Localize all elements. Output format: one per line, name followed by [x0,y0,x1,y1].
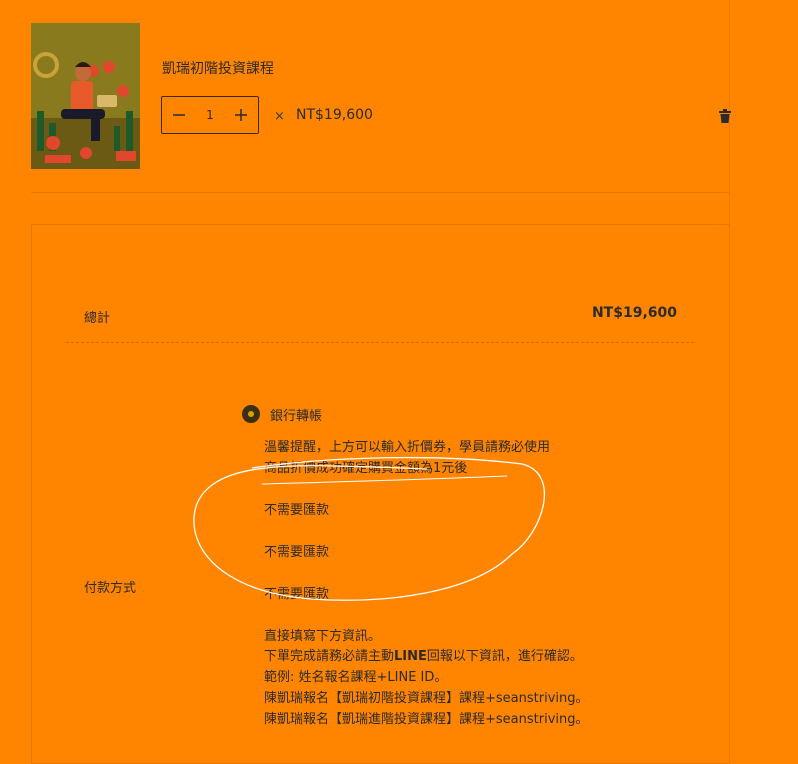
instruction-line-2-bold: LINE [394,649,427,664]
plus-icon [234,109,247,121]
minus-icon [173,114,185,116]
product-price: NT$19,600 [296,107,373,123]
payment-method-label: 付款方式 [84,581,137,596]
decrease-quantity-button[interactable] [170,106,188,124]
no-remit-text-2: 不需要匯款 [264,545,330,560]
no-remit-text-1: 不需要匯款 [264,503,330,518]
total-value: NT$19,600 [591,305,677,321]
divider [66,342,694,343]
order-summary: 總計 NT$19,600 銀行轉帳 溫馨提醒，上方可以輸入折價券，學員請務必使用… [31,224,730,764]
quantity-value[interactable]: 1 [206,108,214,122]
instruction-line-5: 陳凱瑞報名【凱瑞進階投資課程】課程+seanstriving。 [264,712,589,727]
notice-line-1: 溫馨提醒，上方可以輸入折價券，學員請務必使用 [264,440,551,455]
bank-transfer-radio[interactable] [242,405,260,423]
product-thumbnail[interactable] [31,23,140,169]
bank-transfer-label[interactable]: 銀行轉帳 [270,405,322,424]
instruction-line-2: 下單完成請務必請主動LINE回報以下資訊，進行確認。 [264,645,583,664]
instruction-line-3: 範例: 姓名報名課程+LINE ID。 [264,670,448,685]
notice-line-2: 商品折價成功確定購買金額為1元後 [264,461,468,476]
instruction-line-4: 陳凱瑞報名【凱瑞初階投資課程】課程+seanstriving。 [264,691,589,706]
quantity-stepper: 1 [161,96,259,134]
product-title[interactable]: 凱瑞初階投資課程 [162,58,274,78]
instruction-line-1: 直接填寫下方資訊。 [264,629,382,644]
instruction-line-2a: 下單完成請務必請主動 [264,649,395,664]
times-symbol: × [274,109,285,124]
instruction-line-2c: 回報以下資訊，進行確認。 [426,649,583,664]
cart-item-row: 凱瑞初階投資課程 1 × NT$19,600 [31,0,731,193]
total-label: 總計 [84,311,111,326]
trash-icon[interactable] [719,108,731,123]
increase-quantity-button[interactable] [232,106,250,124]
radio-selected-dot [248,411,254,417]
cart-panel: 凱瑞初階投資課程 1 × NT$19,600 總計 NT$19,600 銀行轉帳… [0,0,731,764]
no-remit-text-3: 不需要匯款 [264,587,330,602]
handwritten-circle-annotation [193,456,546,601]
